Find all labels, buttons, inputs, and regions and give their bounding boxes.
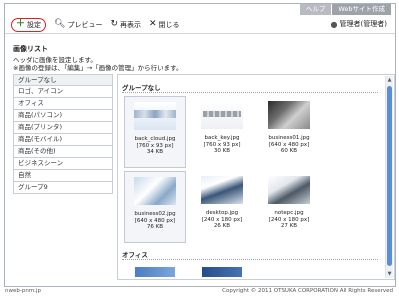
- image-card-desktop[interactable]: desktop.jpg [240 x 180 px] 26 KB: [191, 171, 253, 243]
- footer-site: nweb-pnm.jp: [5, 288, 41, 294]
- image-thumbnail: [268, 176, 310, 204]
- page-note: ※画像の登録は、「編集」→「画像の管理」から行います。: [13, 64, 183, 72]
- image-card-notepc[interactable]: notepc.jpg [240 x 180 px] 27 KB: [258, 171, 320, 243]
- app-window: ヘルプ Webサイト作成 ＋ 設定 🔍︎ プレビュー ↻ 再表示 ✕ 閉じる ●…: [4, 3, 396, 287]
- close-icon: ✕: [149, 19, 157, 29]
- preview-label: プレビュー: [67, 20, 103, 29]
- image-thumbnail: [202, 267, 242, 277]
- group-sidebar: グループなし ロゴ、アイコン オフィス 商品(パソコン) 商品(プリンタ) 商品…: [13, 74, 113, 194]
- settings-button[interactable]: ＋ 設定: [11, 17, 47, 32]
- sidebar-item-pc-products[interactable]: 商品(パソコン): [13, 110, 113, 122]
- group-heading: グループなし: [122, 84, 161, 92]
- image-thumbnail: [134, 102, 176, 130]
- image-size: 27 KB: [280, 223, 298, 229]
- image-thumbnail: [201, 101, 243, 129]
- sidebar-item-group9[interactable]: グループ9: [13, 182, 113, 194]
- image-size: 60 KB: [280, 148, 298, 154]
- image-card-back-key[interactable]: back_key.jpg [760 x 93 px] 30 KB: [191, 96, 253, 168]
- scroll-up-icon[interactable]: ▲: [386, 76, 393, 84]
- image-thumbnail: [201, 176, 243, 204]
- image-size: 30 KB: [213, 148, 231, 154]
- group-divider: [122, 92, 378, 93]
- sidebar-item-logo-icon[interactable]: ロゴ、アイコン: [13, 86, 113, 98]
- image-card-office-1[interactable]: [124, 263, 186, 279]
- image-thumbnail: [268, 101, 310, 129]
- image-card-business01[interactable]: business01.jpg [640 x 480 px] 60 KB: [258, 96, 320, 168]
- sidebar-item-printer-products[interactable]: 商品(プリンタ): [13, 122, 113, 134]
- settings-label: 設定: [27, 20, 42, 29]
- sidebar-item-other-products[interactable]: 商品(その他): [13, 146, 113, 158]
- preview-button[interactable]: 🔍︎ プレビュー: [54, 18, 102, 32]
- image-size: 76 KB: [146, 224, 164, 230]
- user-label: 管理者(管理者): [339, 20, 387, 28]
- search-icon: 🔍︎: [54, 19, 66, 29]
- reload-label: 再表示: [120, 20, 141, 29]
- close-label: 閉じる: [158, 20, 180, 29]
- refresh-icon: ↻: [110, 19, 118, 29]
- group-heading: オフィス: [122, 251, 148, 259]
- reload-button[interactable]: ↻ 再表示: [110, 18, 141, 32]
- scroll-down-icon[interactable]: ▼: [386, 270, 393, 278]
- footer-copyright: Copyright © 2011 OTSUKA CORPORATION All …: [222, 288, 393, 294]
- image-card-office-2[interactable]: [191, 263, 253, 279]
- help-tab[interactable]: ヘルプ: [299, 4, 332, 15]
- close-button[interactable]: ✕ 閉じる: [149, 18, 180, 32]
- top-tabs: ヘルプ Webサイト作成: [299, 4, 391, 15]
- toolbar: ＋ 設定 🔍︎ プレビュー ↻ 再表示 ✕ 閉じる ● 管理者(管理者): [5, 16, 395, 34]
- image-thumbnail: [134, 177, 176, 205]
- image-size: 34 KB: [146, 149, 164, 155]
- sidebar-item-nature[interactable]: 自然: [13, 170, 113, 182]
- image-card-business02[interactable]: business02.jpg [640 x 480 px] 76 KB: [124, 171, 186, 243]
- image-thumbnail: [135, 267, 175, 277]
- plus-icon: ＋: [16, 19, 26, 29]
- image-list-panel: グループなし back_cloud.jpg [760 x 93 px] 34 K…: [117, 74, 395, 280]
- sidebar-item-mobile-products[interactable]: 商品(モバイル): [13, 134, 113, 146]
- sidebar-item-business-scene[interactable]: ビジネスシーン: [13, 158, 113, 170]
- website-create-tab[interactable]: Webサイト作成: [332, 4, 391, 15]
- page-title: 画像リスト: [13, 45, 48, 53]
- group-divider: [122, 259, 378, 260]
- image-card-back-cloud[interactable]: back_cloud.jpg [760 x 93 px] 34 KB: [124, 96, 186, 168]
- sidebar-item-no-group[interactable]: グループなし: [13, 74, 113, 86]
- user-info: ● 管理者(管理者): [331, 19, 387, 29]
- person-icon: ●: [330, 19, 338, 29]
- scrollbar-thumb[interactable]: [387, 86, 392, 266]
- sidebar-item-office[interactable]: オフィス: [13, 98, 113, 110]
- image-size: 26 KB: [213, 223, 231, 229]
- vertical-scrollbar[interactable]: ▲ ▼: [385, 76, 393, 278]
